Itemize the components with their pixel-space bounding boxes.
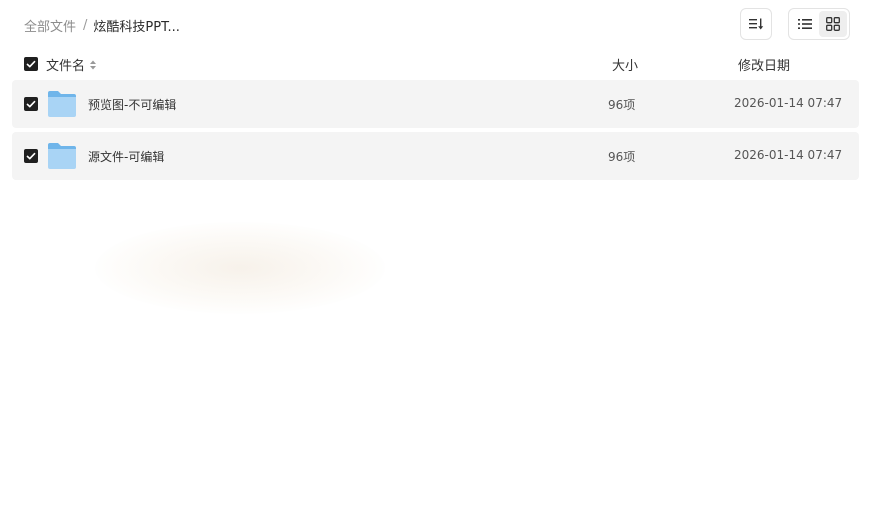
date-column-header[interactable]: 修改日期: [738, 55, 790, 74]
name-header-label: 文件名: [46, 59, 86, 74]
folder-icon: [48, 143, 76, 169]
select-all-checkbox[interactable]: [24, 57, 38, 71]
file-size: 96项: [608, 150, 636, 164]
check-icon: [26, 100, 36, 108]
row-checkbox[interactable]: [24, 149, 38, 163]
file-size: 96项: [608, 98, 636, 112]
grid-view-button[interactable]: [819, 11, 847, 37]
check-icon: [26, 152, 36, 160]
sort-button[interactable]: [740, 8, 772, 40]
check-icon: [26, 60, 36, 68]
table-header: 文件名 大小 修改日期: [12, 52, 859, 76]
folder-icon: [48, 91, 76, 117]
sort-arrows-icon: [90, 60, 97, 69]
name-column-header[interactable]: 文件名: [46, 55, 97, 74]
top-bar: 全部文件 / 炫酷科技PPT...: [0, 0, 874, 48]
table-row[interactable]: 源文件-可编辑 96项 2026-01-14 07:47: [12, 132, 859, 180]
breadcrumb: 全部文件 / 炫酷科技PPT...: [24, 15, 180, 35]
table-row[interactable]: 预览图-不可编辑 96项 2026-01-14 07:47: [12, 80, 859, 128]
row-checkbox[interactable]: [24, 97, 38, 111]
breadcrumb-separator: /: [83, 17, 88, 33]
size-column-header[interactable]: 大小: [612, 55, 638, 74]
list-view-button[interactable]: [791, 11, 819, 37]
view-toggle-group: [788, 8, 850, 40]
file-name[interactable]: 源文件-可编辑: [88, 148, 164, 165]
breadcrumb-current: 炫酷科技PPT...: [93, 19, 180, 35]
background-shadow: [95, 222, 385, 314]
file-modified-date: 2026-01-14 07:47: [734, 148, 843, 162]
file-modified-date: 2026-01-14 07:47: [734, 96, 843, 110]
list-view-icon: [798, 19, 812, 29]
grid-view-icon: [826, 17, 840, 31]
sort-list-icon: [749, 18, 764, 30]
file-name[interactable]: 预览图-不可编辑: [88, 96, 176, 113]
breadcrumb-root-link[interactable]: 全部文件: [24, 16, 76, 35]
